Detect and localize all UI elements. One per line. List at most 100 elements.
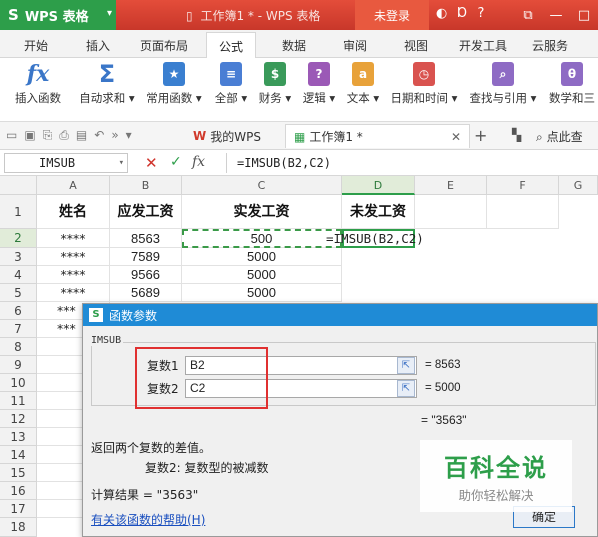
cell-editor[interactable]: =IMSUB(B2,C2) <box>326 231 424 246</box>
autosum-button[interactable]: Σ 自动求和 ▾ <box>76 60 138 106</box>
row-header[interactable]: 1 <box>0 195 37 229</box>
row-header[interactable]: 14 <box>0 446 37 464</box>
row-header[interactable]: 16 <box>0 482 37 500</box>
save-icon[interactable]: ▣ <box>24 128 35 143</box>
cell-due[interactable]: 5689 <box>110 284 182 302</box>
common-functions-button[interactable]: ★ 常用函数 ▾ <box>144 62 204 106</box>
tab-developer[interactable]: 开发工具 <box>459 37 507 54</box>
cell-due[interactable]: 9566 <box>110 266 182 284</box>
skin-icon[interactable]: ◐ <box>436 6 447 21</box>
column-header-a[interactable]: A <box>37 176 110 195</box>
row-header[interactable]: 2 <box>0 229 37 248</box>
chevron-down-icon[interactable]: ▾ <box>119 154 124 172</box>
maximize-icon[interactable]: □ <box>570 0 598 30</box>
autosum-label: 自动求和 ▾ <box>79 91 135 105</box>
row-header[interactable]: 12 <box>0 410 37 428</box>
tab-my-wps[interactable]: W 我的WPS <box>185 124 285 148</box>
row-header[interactable]: 6 <box>0 302 37 320</box>
name-box[interactable]: IMSUB ▾ <box>4 153 128 173</box>
math-icon: θ <box>561 62 583 86</box>
row-header[interactable]: 5 <box>0 284 37 302</box>
all-functions-button[interactable]: ≡ 全部 ▾ <box>212 62 250 106</box>
wps-w-icon: W <box>193 129 207 143</box>
tab-home[interactable]: 开始 <box>24 37 48 54</box>
search-box[interactable]: ⌕ 点此查 <box>536 128 583 145</box>
cell-due[interactable]: 8563 <box>110 229 182 248</box>
column-header-d[interactable]: D <box>342 176 415 195</box>
folder-icon[interactable]: ▭ <box>6 128 17 143</box>
empty-cell[interactable] <box>415 195 487 229</box>
minimize-icon[interactable]: — <box>542 0 570 30</box>
range-select-icon[interactable]: ⇱ <box>397 380 415 397</box>
column-header-b[interactable]: B <box>110 176 182 195</box>
tab-view[interactable]: 视图 <box>404 37 428 54</box>
dialog-title-bar[interactable]: S 函数参数 <box>83 304 597 326</box>
lookup-button[interactable]: ⌕ 查找与引用 ▾ <box>466 62 540 106</box>
annotation-highlight-box <box>135 347 268 409</box>
math-button[interactable]: θ 数学和三 <box>546 62 598 106</box>
print-icon[interactable]: ⎙ <box>59 128 69 143</box>
row-header[interactable]: 4 <box>0 266 37 284</box>
preview-icon[interactable]: ▤ <box>76 128 87 143</box>
export-icon[interactable]: ⎘ <box>43 128 53 143</box>
row-header[interactable]: 7 <box>0 320 37 338</box>
cell-due[interactable]: 7589 <box>110 248 182 266</box>
restore-icon[interactable]: ⧉ <box>514 0 542 30</box>
cell-name[interactable]: **** <box>37 284 110 302</box>
cell-paid[interactable]: 5000 <box>182 248 342 266</box>
confirm-icon[interactable]: ✓ <box>170 154 182 170</box>
row-header[interactable]: 11 <box>0 392 37 410</box>
finance-button[interactable]: $ 财务 ▾ <box>256 62 294 106</box>
cell-paid[interactable]: 5000 <box>182 284 342 302</box>
dropdown-icon[interactable]: ▾ <box>126 128 132 143</box>
help-icon[interactable]: ? <box>478 6 485 21</box>
row-header[interactable]: 17 <box>0 500 37 518</box>
cancel-icon[interactable]: ✕ <box>145 154 158 172</box>
row-header[interactable]: 9 <box>0 356 37 374</box>
undo-icon[interactable]: ↶ <box>94 128 104 143</box>
tab-review[interactable]: 审阅 <box>343 37 367 54</box>
row-header[interactable]: 8 <box>0 338 37 356</box>
row-header[interactable]: 3 <box>0 248 37 266</box>
empty-cell[interactable] <box>487 195 559 229</box>
row-header[interactable]: 10 <box>0 374 37 392</box>
fx-icon[interactable]: fx <box>192 154 205 170</box>
column-header-g[interactable]: G <box>559 176 598 195</box>
column-header-e[interactable]: E <box>415 176 487 195</box>
datetime-button[interactable]: ◷ 日期和时间 ▾ <box>388 62 460 106</box>
insert-function-button[interactable]: fx 插入函数 <box>12 61 64 106</box>
new-tab-icon[interactable]: + <box>474 126 487 145</box>
range-select-icon[interactable]: ⇱ <box>397 357 415 374</box>
column-header-c[interactable]: C <box>182 176 342 195</box>
help-link[interactable]: 有关该函数的帮助(H) <box>91 511 205 528</box>
cell-paid[interactable]: 5000 <box>182 266 342 284</box>
tab-cloud[interactable]: 云服务 <box>532 37 568 54</box>
login-button[interactable]: 未登录 <box>355 0 429 30</box>
close-icon[interactable]: ✕ <box>451 130 461 144</box>
cell-name[interactable]: **** <box>37 248 110 266</box>
column-header-f[interactable]: F <box>487 176 559 195</box>
logic-button[interactable]: ? 逻辑 ▾ <box>300 62 338 106</box>
watermark-title: 百科全说 <box>444 454 548 482</box>
row-header[interactable]: 13 <box>0 428 37 446</box>
more-icon[interactable]: » <box>111 128 118 143</box>
tab-data[interactable]: 数据 <box>282 37 306 54</box>
cell-name[interactable]: **** <box>37 229 110 248</box>
cell-name[interactable]: **** <box>37 266 110 284</box>
header-cell-unpaid[interactable]: 未发工资 <box>342 195 415 229</box>
row-header[interactable]: 15 <box>0 464 37 482</box>
tab-list-icon[interactable]: ▚ <box>512 128 521 142</box>
formula-input[interactable]: =IMSUB(B2,C2) <box>226 153 598 173</box>
row-header[interactable]: 18 <box>0 518 37 537</box>
select-all-corner[interactable] <box>0 176 37 195</box>
tab-workbook[interactable]: ▦ 工作簿1 * ✕ <box>285 124 470 148</box>
header-cell-due[interactable]: 应发工资 <box>110 195 182 229</box>
tab-page-layout[interactable]: 页面布局 <box>140 37 188 54</box>
header-cell-name[interactable]: 姓名 <box>37 195 110 229</box>
theme-icon[interactable]: Ɒ <box>457 6 467 21</box>
tab-insert[interactable]: 插入 <box>86 37 110 54</box>
tab-formula[interactable]: 公式 <box>206 32 257 59</box>
header-cell-paid[interactable]: 实发工资 <box>182 195 342 229</box>
app-menu-button[interactable]: S WPS 表格 ▾ <box>0 0 116 30</box>
text-functions-button[interactable]: a 文本 ▾ <box>344 62 382 106</box>
